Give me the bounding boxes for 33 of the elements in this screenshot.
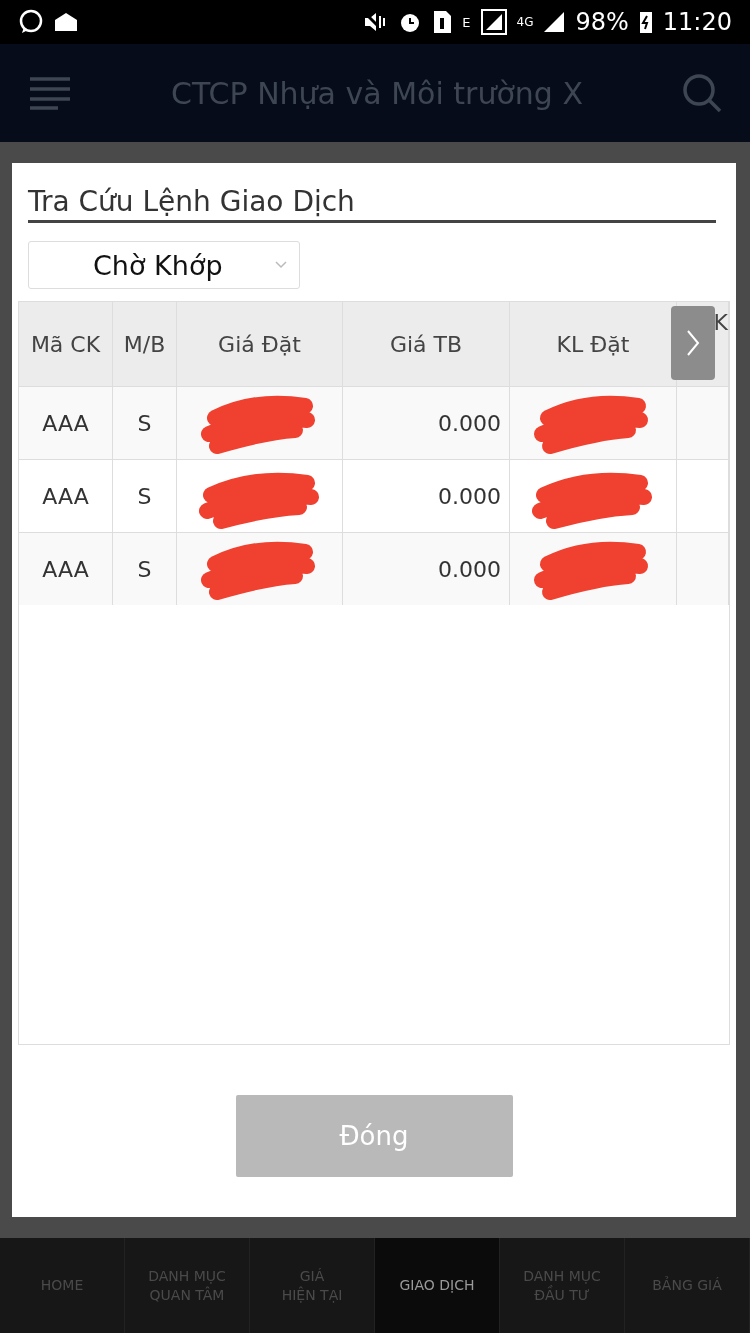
column-header: Giá TB [343, 302, 510, 386]
table-cell: AAA [19, 386, 113, 459]
nav-tab[interactable]: GIAO DỊCH [375, 1238, 500, 1333]
clock: 11:20 [662, 10, 732, 34]
table-cell: S [113, 532, 177, 605]
chat-icon [18, 9, 44, 35]
search-icon[interactable] [682, 73, 722, 113]
network-type: 4G [516, 16, 534, 28]
close-button[interactable]: Đóng [235, 1095, 513, 1177]
column-header: Mã CK [19, 302, 113, 386]
caret-icon [275, 261, 287, 269]
signal-icon [543, 11, 566, 33]
table-cell: AAA [19, 459, 113, 532]
table-cell: S [113, 459, 177, 532]
signal-icon [480, 9, 507, 35]
app-title: CTCP Nhựa và Môi trường X [170, 75, 584, 111]
column-header: KL Đặt [510, 302, 677, 386]
column-header: M/B [113, 302, 177, 386]
chevron-right-icon [686, 329, 700, 357]
column-header: Giá Đặt [177, 302, 343, 386]
battery-icon [638, 10, 653, 34]
table-cell: 0.000 [343, 386, 510, 459]
table-cell: 0.000 [343, 532, 510, 605]
sim-icon [432, 10, 453, 34]
battery-level: 98% [575, 10, 629, 34]
menu-icon[interactable] [28, 76, 72, 110]
scroll-right-button[interactable] [671, 306, 715, 380]
dialog-title: Tra Cứu Lệnh Giao Dịch [28, 185, 716, 223]
network-type: E [462, 15, 471, 29]
table-cell: AAA [19, 532, 113, 605]
table-cell: 0.000 [343, 459, 510, 532]
status-dropdown[interactable]: Chờ Khớp [28, 241, 300, 289]
table-cell: S [113, 386, 177, 459]
